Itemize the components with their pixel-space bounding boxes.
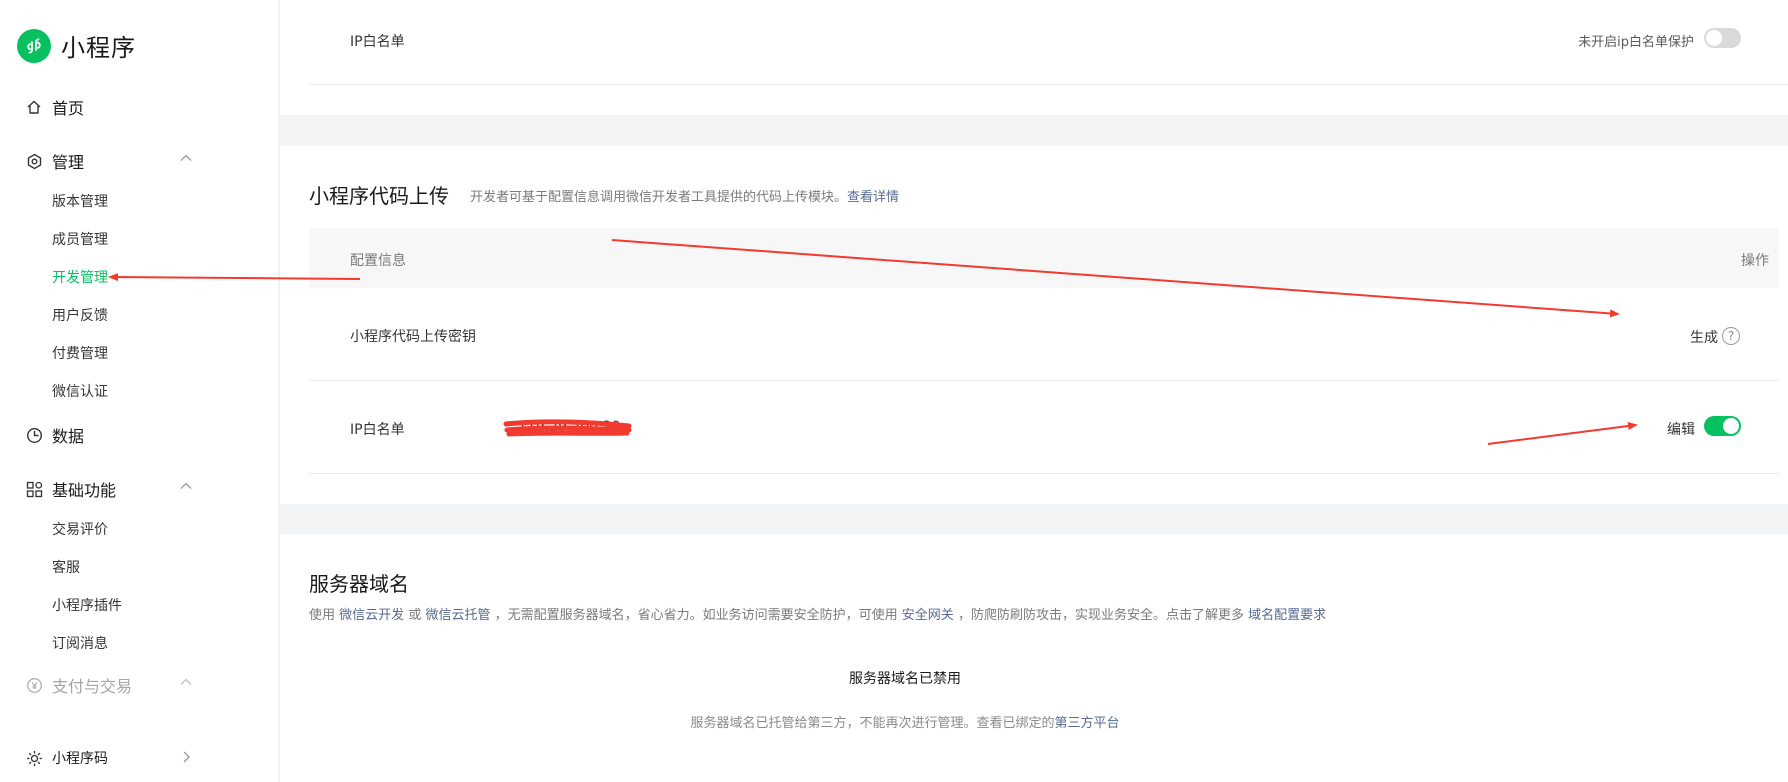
sidebar: 小程序 首页 管理 版本管理 成员管理 开发管理 用户反馈 付费管理 微信认证 …: [0, 0, 278, 782]
nav-home[interactable]: 首页: [25, 95, 195, 119]
row-ip-name: IP白名单: [350, 422, 405, 438]
server-desc: 使用 微信云开发 或 微信云托管 ，无需配置服务器域名，省心省力。如业务访问需要…: [309, 604, 1326, 623]
security-gateway-link[interactable]: 安全网关: [902, 608, 954, 623]
table-header: 配置信息 操作: [309, 228, 1779, 288]
miniprogram-logo-icon: [17, 28, 51, 63]
nav-manage[interactable]: 管理: [25, 149, 195, 173]
chevron-up-icon[interactable]: [177, 477, 195, 495]
toggle-knob: [1706, 30, 1722, 46]
disabled-desc: 服务器域名已托管给第三方，不能再次进行管理。查看已绑定的第三方平台: [280, 712, 1530, 731]
redaction-scribble: [503, 419, 632, 437]
desc-text: ，无需配置服务器域名，省心省力。如业务访问需要安全防护，可使用: [494, 608, 898, 623]
header-action: 操作: [1741, 253, 1769, 269]
disabled-title: 服务器域名已禁用: [849, 671, 961, 687]
nav-manage-label: 管理: [52, 153, 85, 172]
help-icon[interactable]: ?: [1722, 327, 1740, 345]
sidebar-item-version[interactable]: 版本管理: [52, 191, 108, 211]
nav-pay-label: 支付与交易: [52, 677, 133, 696]
ip-protection-status: 未开启ip白名单保护: [1578, 35, 1694, 50]
nav-data[interactable]: 数据: [25, 423, 195, 447]
disabled-desc-text: 服务器域名已托管给第三方，不能再次进行管理。查看已绑定的: [690, 716, 1055, 731]
nav-basic-label: 基础功能: [52, 481, 117, 500]
home-icon: [25, 98, 43, 116]
sidebar-item-feedback[interactable]: 用户反馈: [52, 305, 108, 325]
sidebar-item-subscribe[interactable]: 订阅消息: [52, 633, 108, 653]
sidebar-item-billing[interactable]: 付费管理: [52, 343, 108, 363]
ip-whitelist-toggle[interactable]: [1704, 416, 1741, 436]
chevron-up-icon[interactable]: [177, 673, 195, 691]
sun-icon: [25, 749, 43, 767]
edit-button[interactable]: 编辑: [1667, 419, 1695, 439]
desc-text: 使用: [309, 608, 336, 623]
ip-protection-toggle[interactable]: [1704, 28, 1741, 48]
code-upload-card: 小程序代码上传 开发者可基于配置信息调用微信开发者工具提供的代码上传模块。查看详…: [280, 146, 1788, 504]
cloud-dev-link[interactable]: 微信云开发: [339, 608, 404, 623]
sidebar-item-verify[interactable]: 微信认证: [52, 381, 108, 401]
toggle-knob: [1723, 418, 1739, 434]
sidebar-item-dev[interactable]: 开发管理: [52, 267, 108, 287]
ip-whitelist-label: IP白名单: [350, 34, 405, 50]
sidebar-item-service[interactable]: 客服: [52, 557, 80, 577]
divider: [309, 84, 1788, 85]
brand[interactable]: 小程序: [17, 28, 136, 63]
chevron-right-icon[interactable]: [177, 748, 195, 766]
section-title: 服务器域名: [309, 572, 409, 596]
desc-text: ，防爬防刷防攻击，实现业务安全。点击了解更多: [957, 608, 1244, 623]
chart-icon: [25, 426, 43, 444]
nav-home-label: 首页: [52, 99, 85, 118]
nav-qrcode-label: 小程序码: [52, 751, 108, 767]
section-title: 小程序代码上传: [309, 184, 449, 208]
row-key-name: 小程序代码上传密钥: [350, 329, 476, 345]
desc-text: 或: [408, 608, 422, 623]
nav-qrcode[interactable]: 小程序码: [25, 748, 195, 768]
sidebar-item-plugins[interactable]: 小程序插件: [52, 595, 122, 615]
domain-requirements-link[interactable]: 域名配置要求: [1248, 608, 1326, 623]
chevron-up-icon[interactable]: [177, 149, 195, 167]
sidebar-item-members[interactable]: 成员管理: [52, 229, 108, 249]
nav-data-label: 数据: [52, 427, 85, 446]
nav-pay[interactable]: 支付与交易: [25, 673, 195, 697]
brand-title: 小程序: [61, 34, 136, 62]
yen-icon: [25, 676, 43, 694]
settings-icon: [25, 152, 43, 170]
grid-icon: [25, 480, 43, 498]
cloud-hosting-link[interactable]: 微信云托管: [425, 608, 490, 623]
generate-button[interactable]: 生成: [1690, 327, 1718, 347]
sidebar-item-reviews[interactable]: 交易评价: [52, 519, 108, 539]
divider: [309, 473, 1779, 474]
section-desc: 开发者可基于配置信息调用微信开发者工具提供的代码上传模块。: [470, 190, 848, 205]
third-party-platform-link[interactable]: 第三方平台: [1055, 716, 1120, 731]
header-config: 配置信息: [350, 253, 406, 269]
server-domain-card: 服务器域名 使用 微信云开发 或 微信云托管 ，无需配置服务器域名，省心省力。如…: [280, 534, 1788, 782]
view-details-link[interactable]: 查看详情: [847, 190, 899, 205]
ip-whitelist-card: IP白名单 未开启ip白名单保护: [280, 0, 1788, 115]
divider: [309, 380, 1779, 381]
nav-basic[interactable]: 基础功能: [25, 477, 195, 501]
